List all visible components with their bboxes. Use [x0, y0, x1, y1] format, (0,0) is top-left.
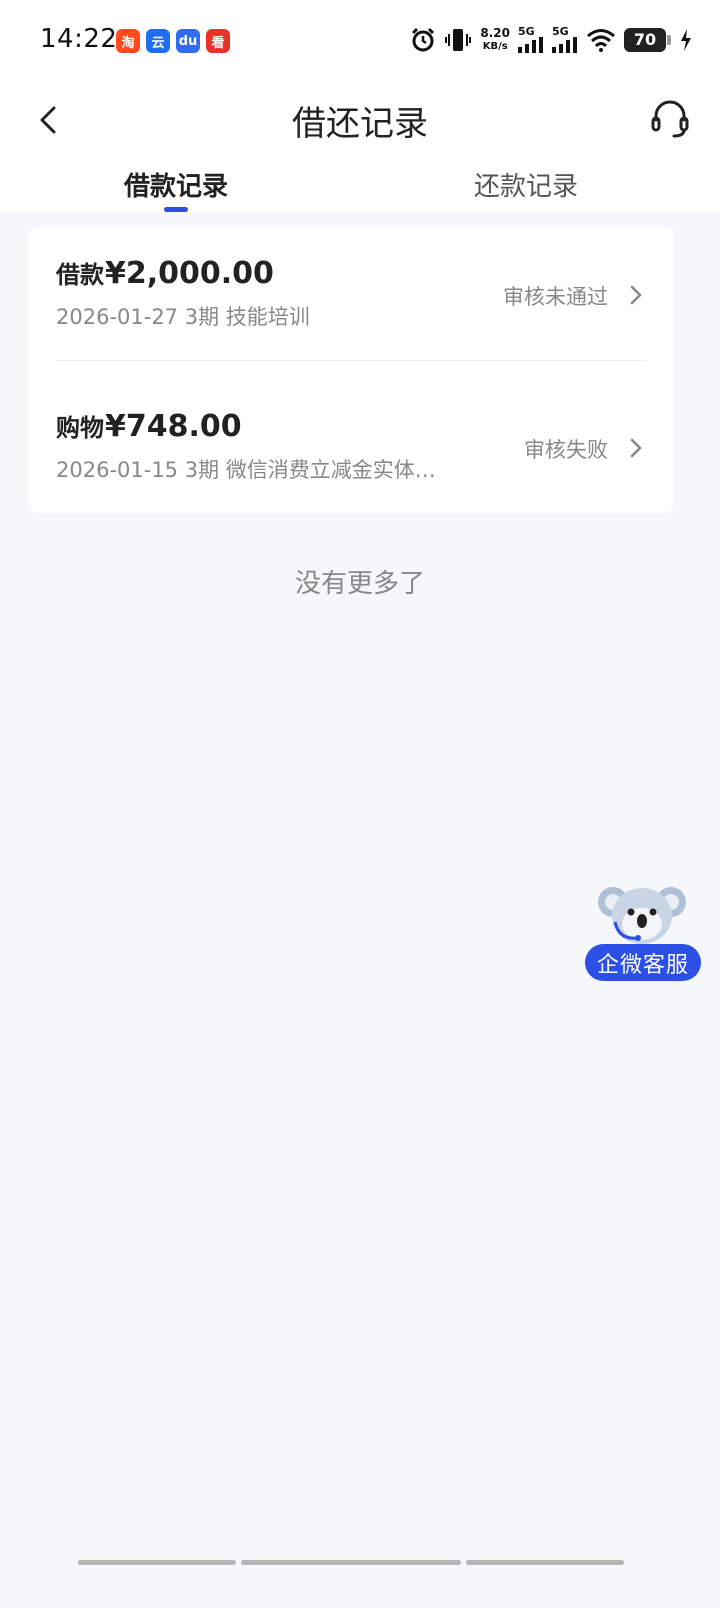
chevron-right-icon: [630, 438, 642, 458]
record-subtitle: 2026-01-27 3期 技能培训: [56, 305, 310, 329]
record-item[interactable]: 购物 ¥748.00 2026-01-15 3期 微信消费立减金实体… 审核失败: [28, 380, 674, 514]
wifi-icon: [587, 28, 615, 52]
status-bar: 14:22 淘 云 du 看 8.20 KB/s 5G 5G 70: [0, 0, 720, 80]
red-app-icon: 看: [206, 29, 230, 53]
record-item[interactable]: 借款 ¥2,000.00 2026-01-27 3期 技能培训 审核未通过: [28, 227, 674, 361]
koala-app-icon: 云: [146, 29, 170, 53]
nav-gesture-bar: [241, 1560, 461, 1565]
baidu-icon: du: [176, 29, 200, 53]
status-time: 14:22: [40, 24, 118, 54]
net-speed-value: 8.20: [480, 25, 510, 40]
record-status: 审核未通过: [503, 285, 608, 309]
record-type: 借款: [56, 261, 104, 289]
net-speed-unit: KB/s: [482, 40, 508, 52]
record-title: 借款 ¥2,000.00: [56, 255, 274, 291]
wecom-service-label: 企微客服: [585, 944, 701, 981]
charging-icon: [681, 28, 691, 51]
chevron-right-icon: [630, 285, 642, 305]
no-more-text: 没有更多了: [294, 569, 425, 599]
back-button[interactable]: [30, 100, 70, 140]
alarm-icon: [412, 27, 435, 51]
status-indicators: 8.20 KB/s 5G 5G 70: [410, 26, 692, 53]
vibrate-icon: [445, 28, 472, 51]
records-list: 借款 ¥2,000.00 2026-01-27 3期 技能培训 审核未通过 购物…: [28, 227, 674, 513]
koala-mascot-icon: [598, 887, 686, 944]
headset-icon: [651, 100, 689, 138]
network-speed: 8.20 KB/s: [480, 25, 510, 53]
record-amount: ¥2,000.00: [105, 256, 274, 291]
tab-repay-records[interactable]: 还款记录: [474, 166, 578, 203]
taobao-icon: 淘: [116, 29, 140, 53]
wecom-service-float-button[interactable]: 企微客服: [585, 882, 703, 982]
divider: [56, 360, 646, 361]
customer-service-button[interactable]: [648, 96, 692, 140]
signal-bars-icon: [518, 37, 543, 53]
signal-5g-2: 5G: [552, 26, 578, 53]
signal-5g-1: 5G: [518, 26, 544, 53]
record-amount: ¥748.00: [105, 409, 242, 444]
chevron-left-icon: [40, 106, 56, 134]
nav-gesture-bar: [78, 1560, 236, 1565]
battery-indicator: 70: [624, 27, 671, 52]
page-header: 借还记录 借款记录 还款记录: [0, 80, 720, 212]
active-tab-indicator: [164, 207, 188, 212]
record-title: 购物 ¥748.00: [56, 408, 242, 444]
tab-borrow-records[interactable]: 借款记录: [124, 166, 228, 203]
signal-label: 5G: [552, 25, 569, 38]
page-title: 借还记录: [292, 104, 428, 144]
signal-label: 5G: [518, 25, 535, 38]
record-subtitle: 2026-01-15 3期 微信消费立减金实体…: [56, 458, 436, 482]
record-status: 审核失败: [524, 438, 608, 462]
status-app-icons: 淘 云 du 看: [116, 29, 230, 53]
nav-gesture-bar: [466, 1560, 624, 1565]
record-type: 购物: [56, 414, 104, 442]
signal-bars-icon: [552, 37, 577, 53]
